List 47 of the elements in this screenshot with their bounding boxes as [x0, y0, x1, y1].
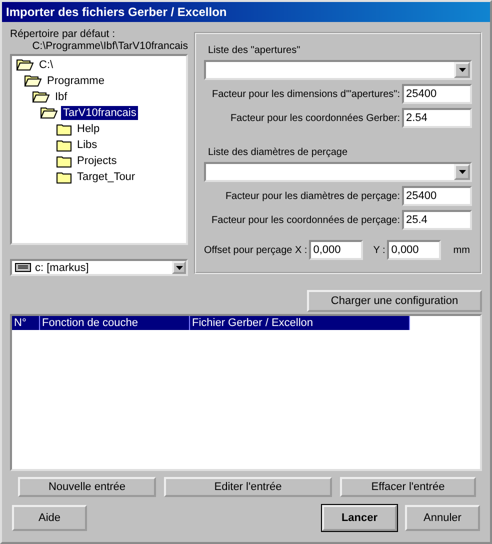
input-field[interactable]: 25400 — [402, 186, 472, 206]
unit-label: mm — [453, 244, 470, 256]
window-title: Importer des fichiers Gerber / Excellon — [2, 2, 490, 22]
input-field[interactable]: 25400 — [402, 84, 472, 104]
dropdown-arrow-icon — [458, 68, 466, 72]
entry-button[interactable]: Effacer l'entrée — [340, 477, 476, 497]
default-dir-label: Répertoire par défaut : — [10, 28, 116, 40]
layer-list[interactable]: N° Fonction de couche Fichier Gerber / Excellon — [10, 314, 482, 471]
start-button[interactable]: Lancer — [322, 505, 397, 531]
apertures-label: Liste des "apertures" — [208, 44, 302, 58]
folder-tree[interactable]: C:\ Programme Ibf TarV10francais Help Libs Projects Target_Tour — [10, 54, 188, 245]
column-header[interactable]: N° — [12, 316, 40, 330]
dropdown-arrow-icon — [458, 170, 466, 174]
folder-item[interactable]: Help — [75, 122, 102, 136]
input-field[interactable]: 25.4 — [402, 210, 472, 230]
default-dir-path: C:\Programme\Ibf\TarV10francais — [31, 40, 188, 52]
dropdown-button[interactable] — [172, 261, 186, 274]
input-field[interactable]: 0,000 — [309, 240, 364, 260]
folder-item[interactable]: Projects — [75, 154, 119, 168]
y-label: Y : — [373, 244, 386, 256]
folder-item[interactable]: Libs — [75, 138, 100, 152]
field-label: Facteur pour les dimensions d'"apertures": — [212, 88, 400, 100]
folder-item[interactable]: Ibf — [53, 90, 70, 104]
field-label: Facteur pour les diamètres de perçage: — [225, 190, 400, 202]
drive-icon — [15, 263, 31, 272]
dropdown-arrow-icon — [176, 266, 182, 270]
dropdown-button[interactable] — [454, 164, 470, 180]
offset-label: Offset pour perçage X : — [204, 244, 308, 256]
load-config-button[interactable]: Charger une configuration — [307, 290, 482, 312]
field-label: Facteur pour les coordonnées de perçage: — [212, 214, 400, 226]
drive-value: c: [markus] — [35, 262, 89, 274]
folder-item[interactable]: Target_Tour — [75, 170, 138, 184]
column-header[interactable]: Fichier Gerber / Excellon — [190, 316, 410, 330]
field-label: Facteur pour les coordonnées Gerber: — [230, 112, 400, 124]
drills-label: Liste des diamètres de perçage — [208, 146, 349, 160]
input-field[interactable]: 2.54 — [402, 108, 472, 128]
drive-dropdown[interactable]: c: [markus] — [10, 259, 188, 276]
folder-item[interactable]: C:\ — [37, 58, 56, 72]
folder-item[interactable]: TarV10francais — [61, 106, 138, 120]
column-header[interactable]: Fonction de couche — [40, 316, 190, 330]
entry-button[interactable]: Nouvelle entrée — [18, 477, 156, 497]
input-field[interactable]: 0,000 — [387, 240, 442, 260]
dropdown-button[interactable] — [454, 62, 470, 78]
cancel-button[interactable]: Annuler — [405, 505, 480, 531]
help-button[interactable]: Aide — [12, 505, 87, 531]
folder-item[interactable]: Programme — [45, 74, 106, 88]
entry-button[interactable]: Editer l'entrée — [164, 477, 332, 497]
